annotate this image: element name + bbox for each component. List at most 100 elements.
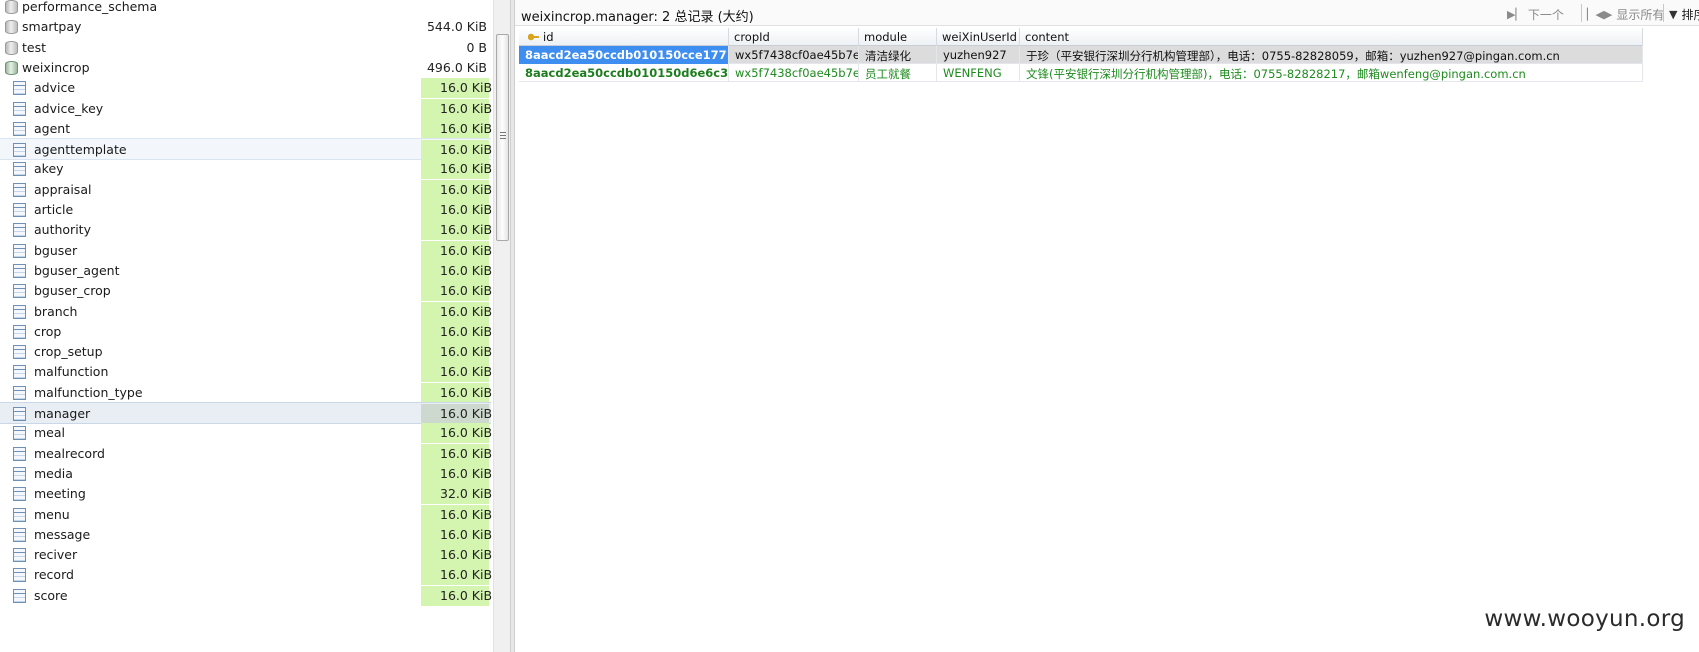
table-name: score (34, 587, 68, 603)
table-name: crop (34, 323, 62, 339)
table-record-count-title: weixincrop.manager: 2 总记录 (大约) (521, 10, 754, 25)
column-header-label: module (864, 30, 908, 44)
tree-table-mealrecord[interactable]: mealrecord 16.0 KiB (0, 443, 492, 465)
cell-weiXinUserId[interactable]: WENFENG (937, 64, 1020, 82)
tree-table-reciver[interactable]: reciver 16.0 KiB (0, 544, 492, 566)
table-size: 16.0 KiB (440, 202, 493, 217)
cell-id[interactable]: 8aacd2ea50ccdb010150d6e6c3ca000c (519, 64, 729, 82)
table-icon (13, 81, 26, 96)
table-icon (13, 527, 26, 542)
tree-table-authority[interactable]: authority 16.0 KiB (0, 219, 492, 241)
cell-cropId[interactable]: wx5f7438cf0ae45b7e (729, 46, 859, 64)
tree-scrollbar[interactable] (493, 0, 510, 652)
table-icon (13, 568, 26, 583)
tree-table-message[interactable]: message 16.0 KiB (0, 524, 493, 546)
table-size: 16.0 KiB (440, 120, 493, 136)
next-page-button[interactable]: ▶▏ 下一个 (1507, 6, 1564, 23)
tree-table-menu[interactable]: menu 16.0 KiB (0, 504, 493, 526)
tree-table-branch[interactable]: branch 16.0 KiB (0, 301, 493, 323)
table-icon (13, 385, 26, 400)
tree-table-advice_key[interactable]: advice_key 16.0 KiB (0, 98, 492, 120)
cell-cropId[interactable]: wx5f7438cf0ae45b7e (729, 64, 859, 82)
table-icon (13, 162, 26, 177)
table-icon (13, 548, 26, 563)
table-size: 16.0 KiB (440, 364, 493, 380)
tree-table-agent[interactable]: agent 16.0 KiB (0, 118, 493, 140)
database-icon (5, 20, 18, 35)
column-header-weiXinUserId[interactable]: weiXinUserId (937, 28, 1020, 46)
table-size: 16.0 KiB (440, 506, 493, 522)
database-size: 544.0 KiB (426, 19, 487, 35)
table-name: advice (34, 80, 76, 96)
tree-table-bguser_agent[interactable]: bguser_agent 16.0 KiB (0, 260, 493, 282)
table-size: 16.0 KiB (440, 344, 493, 360)
cell-id[interactable]: 8aacd2ea50ccdb010150cce177120001 (519, 46, 729, 64)
table-icon (13, 182, 26, 197)
column-header-content[interactable]: content (1020, 28, 1643, 46)
tree-database-weixincrop[interactable]: weixincrop 496.0 KiB (0, 57, 491, 79)
database-icon (5, 0, 18, 14)
tree-table-bguser[interactable]: bguser 16.0 KiB (0, 240, 493, 262)
table-size: 16.0 KiB (440, 465, 493, 481)
table-size: 16.0 KiB (440, 384, 493, 400)
tree-database-smartpay[interactable]: smartpay 544.0 KiB (0, 16, 491, 38)
next-arrow-icon: ▶▏ (1507, 8, 1524, 21)
tree-table-article[interactable]: article 16.0 KiB (0, 199, 493, 221)
tree-table-bguser_crop[interactable]: bguser_crop 16.0 KiB (0, 280, 492, 302)
tree-table-media[interactable]: media 16.0 KiB (0, 463, 493, 485)
tree-table-appraisal[interactable]: appraisal 16.0 KiB (0, 179, 492, 201)
table-row[interactable]: 8aacd2ea50ccdb010150d6e6c3ca000cwx5f7438… (519, 64, 1643, 82)
scrollbar-grip-icon (500, 132, 506, 141)
tree-scrollbar-thumb[interactable] (496, 34, 509, 241)
tree-table-score[interactable]: score 16.0 KiB (0, 585, 492, 607)
table-name: malfunction_type (34, 384, 143, 400)
table-size: 16.0 KiB (440, 526, 493, 542)
cell-weiXinUserId[interactable]: yuzhen927 (937, 46, 1020, 64)
tree-table-meeting[interactable]: meeting 32.0 KiB (0, 483, 493, 505)
show-all-label: 显示所有 (1616, 8, 1665, 22)
tree-database-performance_schema[interactable]: performance_schema (0, 0, 491, 18)
tree-table-meal[interactable]: meal 16.0 KiB (0, 422, 492, 444)
database-name: test (22, 39, 47, 55)
database-icon (5, 60, 18, 75)
cell-content[interactable]: 于珍（平安银行深圳分行机构管理部），电话：0755-82828059，邮箱：yu… (1020, 46, 1643, 64)
sort-button[interactable]: ▼ 排序 (1669, 6, 1699, 23)
tree-table-malfunction[interactable]: malfunction 16.0 KiB (0, 361, 493, 383)
tree-table-advice[interactable]: advice 16.0 KiB (0, 77, 492, 99)
table-size: 16.0 KiB (440, 303, 493, 319)
cell-content[interactable]: 文锋(平安银行深圳分行机构管理部)，电话：0755-82828217，邮箱wen… (1020, 64, 1643, 82)
table-icon (13, 101, 26, 116)
tree-table-manager[interactable]: manager 16.0 KiB (0, 402, 492, 424)
column-header-label: weiXinUserId (942, 30, 1017, 44)
table-size: 16.0 KiB (440, 242, 493, 258)
cell-module[interactable]: 清洁绿化 (859, 46, 937, 64)
column-header-cropId[interactable]: cropId (729, 28, 859, 46)
table-name: branch (34, 303, 78, 319)
table-size: 32.0 KiB (440, 486, 493, 502)
table-icon (13, 304, 26, 319)
table-icon (13, 507, 26, 522)
table-size: 16.0 KiB (440, 262, 493, 278)
table-row[interactable]: 8aacd2ea50ccdb010150cce177120001wx5f7438… (519, 46, 1643, 64)
toolbar-divider (1663, 4, 1664, 22)
tree-table-akey[interactable]: akey 16.0 KiB (0, 158, 492, 180)
table-size: 16.0 KiB (440, 142, 493, 158)
tree-table-crop[interactable]: crop 16.0 KiB (0, 321, 492, 343)
database-name: performance_schema (22, 0, 158, 14)
table-name: bguser_crop (34, 283, 111, 299)
column-header-module[interactable]: module (859, 28, 937, 46)
table-size: 16.0 KiB (440, 567, 493, 583)
column-header-id[interactable]: id (519, 28, 729, 46)
tree-table-agenttemplate[interactable]: agenttemplate 16.0 KiB (0, 138, 493, 161)
tree-table-crop_setup[interactable]: crop_setup 16.0 KiB (0, 341, 493, 363)
tree-table-record[interactable]: record 16.0 KiB (0, 564, 493, 586)
tree-table-malfunction_type[interactable]: malfunction_type 16.0 KiB (0, 382, 493, 404)
column-header-label: id (543, 30, 554, 44)
cell-module[interactable]: 员工就餐 (859, 64, 937, 82)
table-name: malfunction (34, 364, 109, 380)
primary-key-icon (528, 33, 539, 41)
column-header-label: cropId (734, 30, 770, 44)
tree-database-test[interactable]: test 0 B (0, 37, 491, 59)
grid-body: 8aacd2ea50ccdb010150cce177120001wx5f7438… (519, 46, 1643, 82)
show-all-button[interactable]: ▏◀▶ 显示所有 (1587, 6, 1664, 23)
